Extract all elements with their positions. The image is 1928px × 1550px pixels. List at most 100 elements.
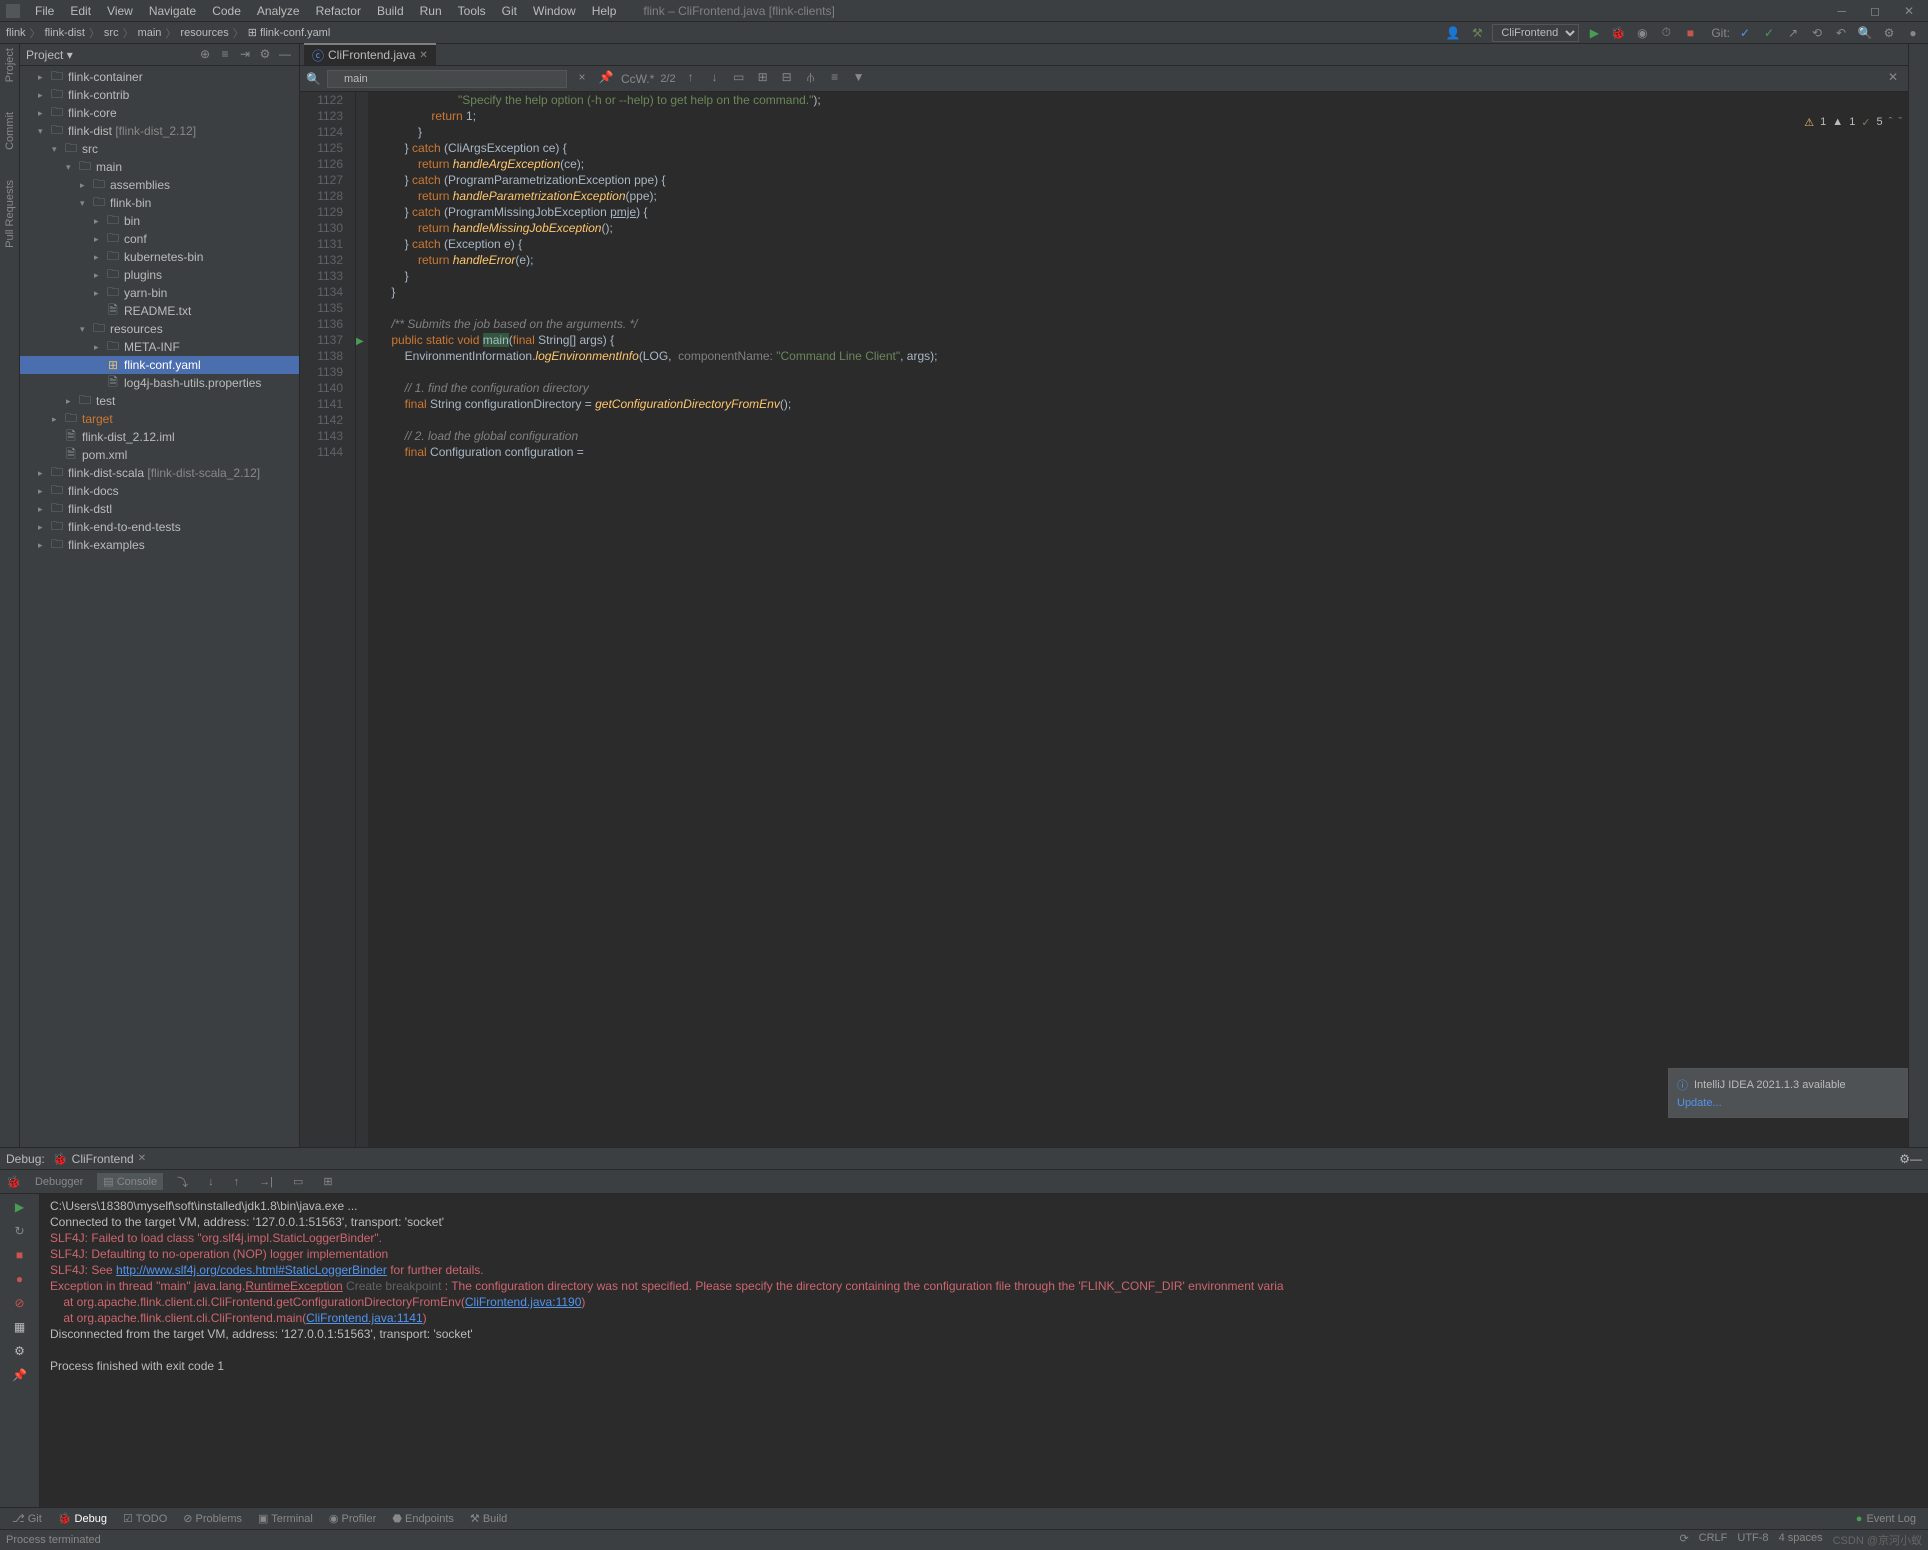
select-opened-icon[interactable]: ⊕ [197, 47, 213, 63]
tree-item[interactable]: ▸🗀test [20, 392, 299, 410]
tree-item[interactable]: ▾🗀main [20, 158, 299, 176]
tree-item[interactable]: ▸🗀flink-core [20, 104, 299, 122]
tree-item[interactable]: ▾🗀resources [20, 320, 299, 338]
menu-run[interactable]: Run [413, 2, 449, 20]
git-commit-icon[interactable]: ✓ [1760, 24, 1778, 42]
tree-item[interactable]: ▾🗀src [20, 140, 299, 158]
git-history-icon[interactable]: ⟲ [1808, 24, 1826, 42]
tree-item[interactable]: ▸🗀META-INF [20, 338, 299, 356]
breadcrumb-item[interactable]: ⊞ flink-conf.yaml [248, 26, 331, 39]
tree-item[interactable]: ▸🗀target [20, 410, 299, 428]
menu-build[interactable]: Build [370, 2, 411, 20]
tree-item[interactable]: ▸🗀flink-dist-scala [flink-dist-scala_2.1… [20, 464, 299, 482]
debug-settings2-icon[interactable]: ⚙ [11, 1342, 29, 1360]
tree-item[interactable]: 🗎README.txt [20, 302, 299, 320]
left-tab-pull-requests[interactable]: Pull Requests [4, 180, 16, 248]
tree-item[interactable]: ⊞flink-conf.yaml [20, 356, 299, 374]
debug-session-tab[interactable]: 🐞 CliFrontend ✕ [45, 1150, 154, 1168]
tool-build[interactable]: ⚒ Build [462, 1510, 515, 1527]
tree-item[interactable]: ▸🗀plugins [20, 266, 299, 284]
tree-item[interactable]: ▸🗀flink-end-to-end-tests [20, 518, 299, 536]
run-to-cursor-icon[interactable]: →| [253, 1174, 279, 1190]
menu-analyze[interactable]: Analyze [250, 2, 307, 20]
find-input[interactable] [327, 70, 567, 88]
breadcrumb-item[interactable]: flink-dist [45, 27, 85, 39]
event-log-button[interactable]: ● Event Log [1848, 1511, 1924, 1527]
hide-panel-icon[interactable]: — [277, 47, 293, 63]
filter-search-icon[interactable]: ⫛ [802, 70, 820, 88]
inspection-down-icon[interactable]: ˇ [1898, 116, 1902, 129]
prev-occurrence-icon[interactable]: ↑ [682, 70, 700, 88]
git-update-icon[interactable]: ✓ [1736, 24, 1754, 42]
run-gutter-icon[interactable]: ▶ [356, 336, 364, 347]
tool-problems[interactable]: ⊘ Problems [175, 1510, 250, 1527]
tree-item[interactable]: ▸🗀flink-docs [20, 482, 299, 500]
user-icon[interactable]: 👤 [1444, 24, 1462, 42]
close-tab-icon[interactable]: ✕ [419, 50, 427, 61]
stop-icon[interactable]: ■ [11, 1246, 29, 1264]
project-dropdown[interactable]: Project ▾ [26, 48, 73, 62]
tree-item[interactable]: ▸🗀bin [20, 212, 299, 230]
tool-todo[interactable]: ☑ TODO [115, 1510, 175, 1527]
update-link[interactable]: Update... [1677, 1097, 1899, 1109]
hide-debug-icon[interactable]: — [1910, 1152, 1922, 1166]
tool-git[interactable]: ⎇ Git [4, 1510, 50, 1527]
build-hammer-icon[interactable]: ⚒ [1468, 24, 1486, 42]
update-notification[interactable]: ⓘ IntelliJ IDEA 2021.1.3 available Updat… [1668, 1068, 1908, 1118]
breadcrumb-item[interactable]: src [104, 27, 119, 39]
select-all-icon[interactable]: ▭ [730, 70, 748, 88]
avatar-icon[interactable]: ● [1904, 24, 1922, 42]
rerun-icon[interactable]: ▶ [11, 1198, 29, 1216]
breadcrumb-item[interactable]: resources [180, 27, 228, 39]
line-sep[interactable]: CRLF [1699, 1532, 1728, 1548]
add-selection-icon[interactable]: ⊞ [754, 70, 772, 88]
tree-item[interactable]: ▸🗀kubernetes-bin [20, 248, 299, 266]
menu-refactor[interactable]: Refactor [309, 2, 368, 20]
tree-item[interactable]: ▸🗀flink-contrib [20, 86, 299, 104]
next-occurrence-icon[interactable]: ↓ [706, 70, 724, 88]
stop-icon[interactable]: ■ [1681, 24, 1699, 42]
breadcrumb-item[interactable]: main [138, 27, 162, 39]
left-tab-commit[interactable]: Commit [4, 112, 16, 150]
menu-code[interactable]: Code [205, 2, 248, 20]
filter-icon[interactable]: ▼ [850, 70, 868, 88]
git-push-icon[interactable]: ↗ [1784, 24, 1802, 42]
tree-item[interactable]: 🗎flink-dist_2.12.iml [20, 428, 299, 446]
tree-item[interactable]: ▸🗀conf [20, 230, 299, 248]
run-gutter[interactable]: ▶ [356, 92, 368, 1147]
menu-window[interactable]: Window [526, 2, 583, 20]
resume-icon[interactable]: ↻ [11, 1222, 29, 1240]
inspection-widget[interactable]: ⚠1 ▲1 ✓5 ˆ ˇ [1800, 114, 1906, 131]
tool-terminal[interactable]: ▣ Terminal [250, 1510, 321, 1527]
layout-icon[interactable]: ▦ [11, 1318, 29, 1336]
mute-breakpoints-icon[interactable]: ⊘ [11, 1294, 29, 1312]
project-tree[interactable]: ▸🗀flink-container▸🗀flink-contrib▸🗀flink-… [20, 66, 299, 1147]
run-config-select[interactable]: CliFrontend [1492, 24, 1579, 42]
breadcrumb[interactable]: flink 〉 flink-dist 〉 src 〉 main 〉 resour… [6, 25, 330, 41]
inspection-up-icon[interactable]: ˆ [1889, 116, 1893, 129]
maximize-icon[interactable]: ◻ [1862, 2, 1888, 20]
encoding[interactable]: UTF-8 [1737, 1532, 1768, 1548]
tree-item[interactable]: ▾🗀flink-dist [flink-dist_2.12] [20, 122, 299, 140]
menu-git[interactable]: Git [495, 2, 524, 20]
menu-view[interactable]: View [100, 2, 140, 20]
warning-icon[interactable]: ⚠ [1804, 116, 1814, 129]
trace-icon[interactable]: ⊞ [317, 1173, 338, 1190]
tree-item[interactable]: 🗎log4j-bash-utils.properties [20, 374, 299, 392]
expand-all-icon[interactable]: ≡ [217, 47, 233, 63]
code-content[interactable]: "Specify the help option (-h or --help) … [368, 92, 1908, 1147]
debugger-tab[interactable]: Debugger [29, 1174, 89, 1190]
tree-item[interactable]: ▸🗀yarn-bin [20, 284, 299, 302]
typo-icon[interactable]: ✓ [1861, 116, 1870, 129]
tree-item[interactable]: ▾🗀flink-bin [20, 194, 299, 212]
breadcrumb-item[interactable]: flink [6, 27, 26, 39]
tree-item[interactable]: ▸🗀flink-examples [20, 536, 299, 554]
debug-settings-icon[interactable]: ⚙ [1899, 1152, 1910, 1166]
minimize-icon[interactable]: ─ [1829, 2, 1854, 20]
close-tab-icon[interactable]: ✕ [138, 1153, 146, 1164]
more-options-icon[interactable]: ≡ [826, 70, 844, 88]
tree-item[interactable]: ▸🗀flink-container [20, 68, 299, 86]
settings-icon[interactable]: ⚙ [1880, 24, 1898, 42]
step-into-icon[interactable]: ↓ [202, 1174, 220, 1190]
console-tab[interactable]: ▤ Console [97, 1173, 163, 1190]
